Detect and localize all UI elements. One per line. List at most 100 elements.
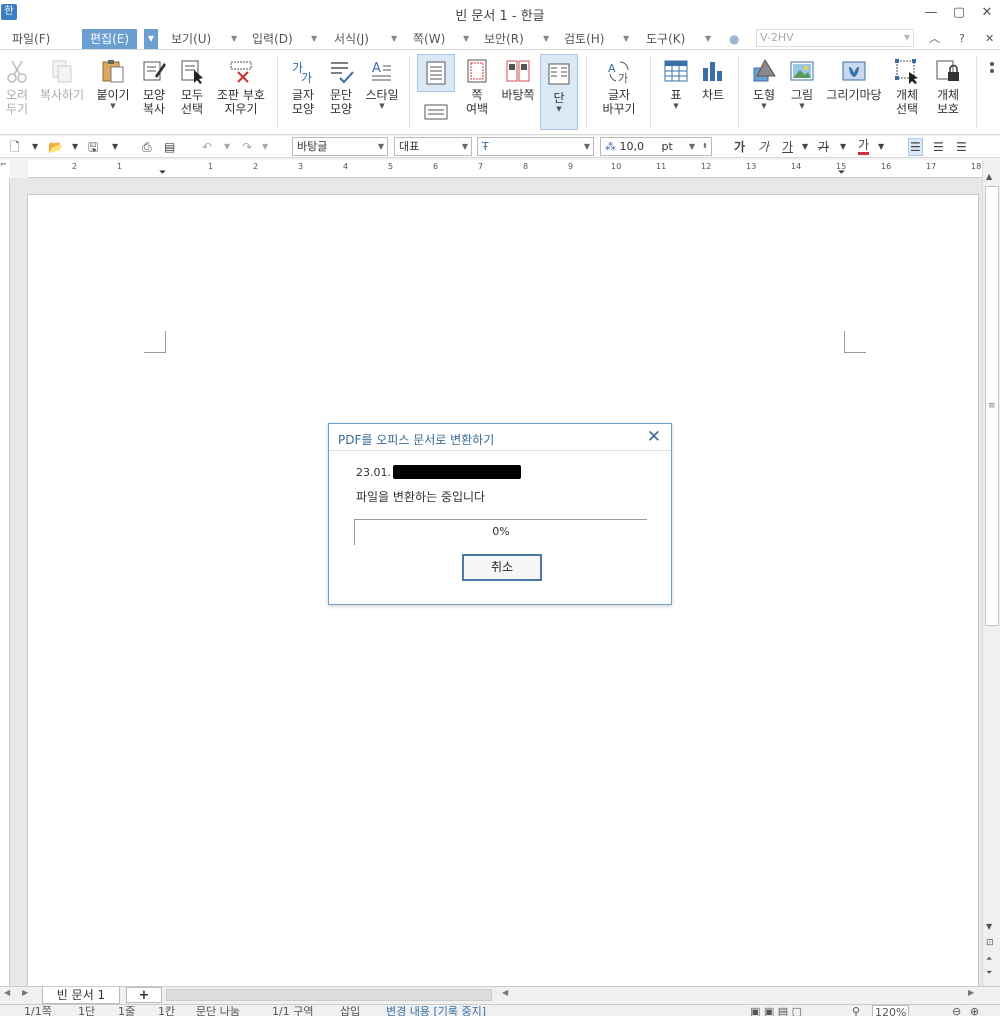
scroll-left-icon[interactable]: ◀	[502, 988, 508, 997]
picture-button[interactable]: 그림 ▼	[786, 58, 818, 110]
horizontal-ruler[interactable]: 2 1 1 2 3 4 5 6 7 8 9 10 11 12 13 14 15 …	[28, 160, 982, 178]
left-indent-marker[interactable]: ⏷	[159, 168, 166, 178]
chevron-down-icon[interactable]: ▼	[224, 138, 230, 156]
para-shape-button[interactable]: 문단 모양	[325, 58, 357, 116]
minimize-button[interactable]: —	[918, 3, 944, 23]
collapse-ribbon-icon[interactable]: ︿	[926, 29, 943, 49]
chevron-down-icon[interactable]: ▼	[262, 138, 268, 156]
margin-button[interactable]: 쪽 여백	[458, 58, 496, 116]
menu-insert[interactable]: 입력(D)	[249, 29, 296, 49]
chevron-down-icon[interactable]: ▼	[72, 138, 78, 156]
language-select[interactable]: 대표 ▼	[394, 137, 472, 156]
zoom-select[interactable]: 120%	[872, 1005, 910, 1016]
scroll-right-icon[interactable]: ▶	[968, 988, 974, 997]
menu-security[interactable]: 보안(R)	[481, 29, 527, 49]
menu-edit-dropdown-icon[interactable]: ▼	[144, 29, 158, 49]
menu-format[interactable]: 서식(J)	[331, 29, 372, 49]
text-color-button[interactable]: 가	[858, 138, 870, 155]
master-page-button[interactable]: 바탕쪽	[499, 58, 537, 102]
align-left-icon[interactable]: ☰	[933, 138, 944, 156]
maximize-button[interactable]: ▢	[946, 3, 972, 23]
char-shape-button[interactable]: 가가 글자 모양	[287, 58, 319, 116]
print-icon[interactable]: ⎙	[142, 138, 152, 156]
chevron-down-icon[interactable]: ▼	[32, 138, 38, 156]
tab-prev-icon[interactable]: ◀	[4, 988, 10, 997]
add-tab-button[interactable]: +	[126, 987, 162, 1003]
cancel-button[interactable]: 취소	[462, 554, 542, 581]
next-page-icon[interactable]: ⏷	[986, 968, 992, 978]
columns-button[interactable]: 단 ▼	[540, 54, 578, 130]
help-button[interactable]: ?	[956, 29, 968, 49]
zoom-in-icon[interactable]: ⊕	[970, 1005, 979, 1016]
cut-button[interactable]: 오려 두기	[2, 58, 32, 116]
strikethrough-button[interactable]: 가	[818, 138, 829, 156]
new-doc-icon[interactable]: 🗋	[10, 138, 20, 156]
close-button[interactable]: ✕	[974, 3, 1000, 23]
chevron-down-icon[interactable]: ▼	[228, 29, 240, 49]
clear-marks-button[interactable]: 조판 부호 지우기	[213, 58, 269, 116]
object-select-button[interactable]: 개체 선택	[891, 58, 923, 116]
menu-view[interactable]: 보기(U)	[168, 29, 214, 49]
scroll-thumb[interactable]: ≡	[985, 186, 999, 626]
underline-button[interactable]: 가	[782, 138, 793, 156]
object-protect-button[interactable]: 개체 보호	[930, 58, 966, 116]
chevron-down-icon[interactable]: ▼	[112, 138, 118, 156]
zoom-out-icon[interactable]: ⊖	[952, 1005, 961, 1016]
menu-tools[interactable]: 도구(K)	[643, 29, 688, 49]
format-copy-button[interactable]: 모양 복사	[138, 58, 170, 116]
bold-button[interactable]: 가	[734, 138, 745, 156]
redo-icon[interactable]: ↷	[242, 138, 252, 156]
save-icon[interactable]: 🖫	[88, 138, 98, 156]
select-all-button[interactable]: 모두 선택	[176, 58, 208, 116]
tab-blank-document[interactable]: 빈 문서 1	[42, 987, 120, 1004]
scroll-up-icon[interactable]: ▲	[986, 172, 992, 181]
chevron-down-icon[interactable]: ▼	[878, 138, 884, 156]
chevron-down-icon[interactable]: ▼	[840, 138, 846, 156]
copy-button[interactable]: 복사하기	[36, 58, 88, 102]
chevron-down-icon[interactable]: ▼	[620, 29, 632, 49]
clipart-button[interactable]: 그리기마당	[822, 58, 886, 102]
zoom-icon[interactable]: ⚲	[852, 1005, 860, 1016]
right-indent-marker[interactable]: ⏷	[838, 168, 845, 178]
undo-icon[interactable]: ↶	[202, 138, 212, 156]
page-layout-button[interactable]	[417, 54, 455, 92]
chart-button[interactable]: 차트	[697, 58, 729, 102]
menu-edit[interactable]: 편집(E)	[82, 29, 138, 49]
view-mode-icon[interactable]: ▣ ▣ ▤ ▢	[750, 1005, 802, 1016]
shape-button[interactable]: 도형 ▼	[746, 58, 782, 110]
vertical-scrollbar[interactable]: ▲ ≡ ▼ ⊡ ⏶ ⏷	[982, 160, 1000, 986]
menu-review[interactable]: 검토(H)	[561, 29, 607, 49]
close-doc-icon[interactable]: ✕	[982, 29, 997, 49]
preview-icon[interactable]: ▤	[164, 138, 175, 156]
menu-page[interactable]: 쪽(W)	[410, 29, 448, 49]
chevron-down-icon[interactable]: ▼	[702, 29, 714, 49]
align-justify-icon[interactable]: ☰	[908, 138, 923, 156]
stepper-icon[interactable]: ⬍	[702, 138, 708, 155]
menu-file[interactable]: 파일(F)	[9, 29, 53, 49]
open-folder-icon[interactable]: 📂	[48, 138, 63, 156]
chevron-down-icon[interactable]: ▼	[540, 29, 552, 49]
assistant-icon[interactable]: ●	[726, 29, 742, 49]
align-center-icon[interactable]: ☰	[956, 138, 967, 156]
tab-stop-selector[interactable]: ⌐	[0, 160, 10, 178]
scroll-down-icon[interactable]: ▼	[986, 922, 992, 931]
style-select[interactable]: 바탕글 ▼	[292, 137, 388, 156]
prev-page-icon[interactable]: ⏶	[986, 954, 992, 964]
italic-button[interactable]: 가	[758, 138, 769, 156]
page-orientation-button[interactable]	[420, 102, 452, 125]
status-page[interactable]: 1/1쪽	[24, 1005, 52, 1016]
style-button[interactable]: A 스타일 ▼	[362, 58, 402, 110]
chevron-down-icon[interactable]: ▼	[308, 29, 320, 49]
vertical-ruler[interactable]	[0, 178, 10, 986]
table-button[interactable]: 표 ▼	[660, 58, 692, 110]
font-select[interactable]: Ŧ ▼	[477, 137, 594, 156]
command-combo[interactable]: V-2HV ▼	[756, 29, 914, 47]
status-track-changes[interactable]: 변경 내용 [기록 중지]	[386, 1005, 486, 1016]
page-nav-icon[interactable]: ⊡	[986, 938, 994, 948]
status-insert-mode[interactable]: 삽입	[340, 1005, 360, 1016]
horizontal-scroll-thumb[interactable]	[166, 989, 492, 1001]
chevron-down-icon[interactable]: ▼	[802, 138, 808, 156]
chevron-down-icon[interactable]: ▼	[388, 29, 400, 49]
tab-next-icon[interactable]: ▶	[22, 988, 28, 997]
chevron-down-icon[interactable]: ▼	[460, 29, 472, 49]
